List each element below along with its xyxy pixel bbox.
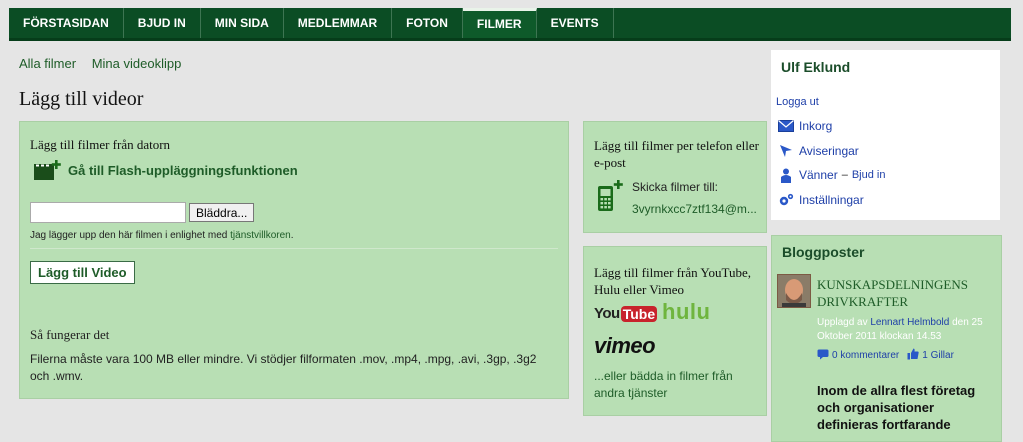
nav-item-förstasidan[interactable]: FÖRSTASIDAN [9, 8, 124, 38]
embed-heading: Lägg till filmer från YouTube, Hulu elle… [594, 265, 751, 297]
nav-item-filmer[interactable]: FILMER [462, 8, 537, 38]
friends-dash: – [841, 169, 848, 181]
terms-link[interactable]: tjänstvillkoren [230, 230, 291, 241]
browse-button[interactable]: Bläddra... [189, 203, 255, 222]
vimeo-logo[interactable]: vimeo [594, 333, 656, 359]
youtube-tube: Tube [620, 305, 658, 322]
invite-link[interactable]: Bjud in [852, 169, 886, 181]
nav-item-min-sida[interactable]: MIN SIDA [201, 8, 284, 38]
upload-by-phone-panel: Lägg till filmer per telefon eller e-pos… [583, 121, 767, 233]
embed-from-services-panel: Lägg till filmer från YouTube, Hulu elle… [583, 246, 767, 416]
video-add-icon [32, 158, 62, 182]
add-video-button[interactable]: Lägg till Video [30, 261, 135, 284]
settings-link[interactable]: Inställningar [778, 193, 864, 207]
flash-upload-label: Gå till Flash-uppläggningsfunktionen [68, 162, 298, 178]
phone-heading: Lägg till filmer per telefon eller e-pos… [594, 138, 759, 170]
nav-item-bjud-in[interactable]: BJUD IN [124, 8, 201, 38]
page-title: Lägg till videor [19, 88, 144, 110]
how-it-works-text: Filerna måste vara 100 MB eller mindre. … [30, 352, 537, 383]
friends-link[interactable]: Vänner [799, 168, 838, 182]
file-path-input[interactable] [30, 202, 186, 223]
person-icon [778, 168, 794, 183]
envelope-icon [778, 119, 794, 133]
hulu-logo[interactable]: hulu [662, 299, 710, 325]
nav-item-foton[interactable]: FOTON [392, 8, 463, 38]
thumbs-up-icon [907, 348, 919, 363]
upload-email-address[interactable]: 3vyrnkxcc7ztf134@m... [632, 202, 757, 216]
author-link[interactable]: Lennart Helmbold [870, 317, 949, 328]
posted-by-label: Upplagd av [817, 317, 871, 328]
my-clips-link[interactable]: Mina videoklipp [92, 56, 182, 71]
other-services-link[interactable]: ...eller bädda in filmer från andra tjän… [594, 368, 759, 402]
blog-posts-panel: Bloggposter KUNSKAPSDELNINGENS DRIVKRAFT… [771, 235, 1002, 442]
subnav: Alla filmer Mina videoklipp [19, 56, 193, 71]
comments-link[interactable]: 0 kommentarer [832, 350, 899, 361]
settings-label: Inställningar [799, 193, 864, 207]
nav-bar: FÖRSTASIDAN BJUD IN MIN SIDA MEDLEMMAR FOTON… [9, 8, 1011, 38]
file-picker: Bläddra... [30, 202, 255, 223]
nav-item-events[interactable]: EVENTS [537, 8, 614, 38]
inbox-link[interactable]: Inkorg [778, 119, 832, 133]
gear-icon [778, 193, 794, 207]
divider [30, 248, 558, 249]
notifications-label: Aviseringar [799, 144, 859, 158]
send-films-label: Skicka filmer till: [632, 180, 719, 194]
nav-item-medlemmar[interactable]: MEDLEMMAR [284, 8, 393, 38]
blog-title: Bloggposter [782, 244, 865, 260]
author-avatar[interactable] [777, 274, 811, 308]
user-sidebar: Ulf Eklund Logga ut Inkorg Aviseringar V… [771, 50, 1000, 220]
youtube-logo[interactable]: You Tube [594, 305, 658, 322]
friends-row: Vänner – Bjud in [778, 168, 886, 183]
likes-link[interactable]: 1 Gillar [922, 350, 954, 361]
bell-arrow-icon [778, 144, 794, 158]
upload-from-computer-panel: Lägg till filmer från datorn Gå till Fla… [19, 121, 569, 399]
terms-end: . [290, 230, 294, 241]
terms-notice: Jag lägger upp den här filmen i enlighet… [30, 230, 294, 241]
post-meta: Upplagd av Lennart Helmbold den 25 Oktob… [817, 316, 997, 344]
notifications-link[interactable]: Aviseringar [778, 144, 859, 158]
how-it-works-title: Så fungerar det [30, 327, 110, 342]
post-actions: 0 kommentarer 1 Gillar [817, 348, 954, 363]
logout-link[interactable]: Logga ut [776, 96, 819, 108]
upload-heading: Lägg till filmer från datorn [30, 137, 171, 152]
all-films-link[interactable]: Alla filmer [19, 56, 76, 71]
youtube-you: You [594, 305, 620, 322]
phone-add-icon [596, 180, 626, 215]
comment-icon [817, 349, 829, 363]
post-excerpt: Inom de allra flest företag och organisa… [817, 383, 976, 432]
post-title-link[interactable]: KUNSKAPSDELNINGENS DRIVKRAFTER [817, 276, 997, 310]
terms-text: Jag lägger upp den här filmen i enlighet… [30, 230, 231, 241]
flash-upload-link[interactable]: Gå till Flash-uppläggningsfunktionen [32, 158, 298, 182]
inbox-label: Inkorg [799, 119, 833, 133]
top-navigation: FÖRSTASIDAN BJUD IN MIN SIDA MEDLEMMAR FOTON… [9, 8, 1011, 41]
user-name[interactable]: Ulf Eklund [781, 59, 850, 75]
